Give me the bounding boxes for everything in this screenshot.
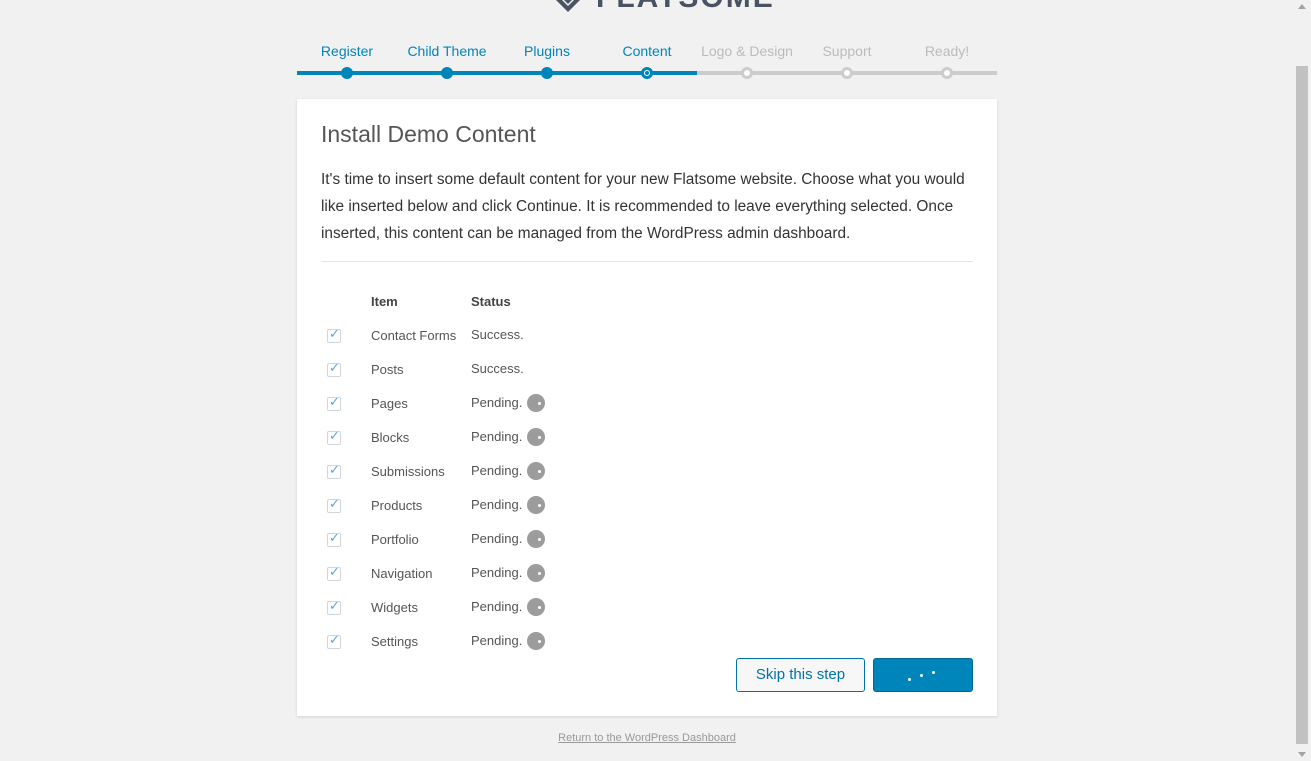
scroll-down-arrow-icon[interactable] [1298, 752, 1306, 757]
table-row: Portfolio Pending. [297, 524, 997, 558]
step-dot [941, 67, 953, 79]
item-status: Pending. [471, 633, 523, 648]
item-name: Navigation [371, 566, 433, 581]
item-status: Pending. [471, 531, 523, 546]
step-label: Register [320, 43, 374, 59]
item-status: Pending. [471, 395, 523, 410]
item-name: Contact Forms [371, 328, 457, 343]
scroll-up-arrow-icon[interactable] [1298, 4, 1306, 9]
return-dashboard-link[interactable]: Return to the WordPress Dashboard [0, 731, 1294, 745]
item-status: Success. [471, 327, 524, 342]
item-name: Pages [371, 396, 408, 411]
item-checkbox[interactable] [327, 633, 341, 649]
step-dot [741, 67, 753, 79]
item-name: Settings [371, 634, 418, 649]
item-name: Portfolio [371, 532, 419, 547]
item-status: Pending. [471, 463, 523, 478]
table-row: Contact Forms Success. [297, 320, 997, 354]
loading-spinner-icon [527, 564, 545, 582]
step-logo-design: Logo & Design [697, 40, 797, 79]
logo-text: FLATSOME [596, 0, 775, 18]
intro-text: It's time to insert some default content… [321, 171, 965, 242]
step-register[interactable]: Register [297, 40, 397, 79]
table-row: Posts Success. [297, 354, 997, 388]
scroll-thumb[interactable] [1296, 66, 1308, 744]
divider [321, 261, 973, 262]
step-content[interactable]: Content [597, 40, 697, 79]
item-status: Pending. [471, 565, 523, 580]
step-dot [541, 67, 553, 79]
item-name: Widgets [371, 600, 418, 615]
item-name: Products [371, 498, 423, 513]
flatsome-logo-icon [556, 0, 580, 12]
item-status: Pending. [471, 497, 523, 512]
table-row: Settings Pending. [297, 626, 997, 660]
loading-spinner-icon [527, 394, 545, 412]
table-row: Blocks Pending. [297, 422, 997, 456]
column-header-status: Status [471, 294, 511, 309]
item-name: Blocks [371, 430, 410, 445]
step-label: Plugins [524, 43, 570, 59]
step-label: Ready! [924, 43, 970, 59]
item-status: Success. [471, 361, 524, 376]
step-label: Logo & Design [701, 43, 793, 59]
item-name: Submissions [371, 464, 445, 479]
loading-spinner-icon [527, 530, 545, 548]
loading-dot-icon [920, 674, 923, 677]
item-checkbox[interactable] [327, 361, 341, 377]
step-label: Support [822, 43, 872, 59]
step-label: Child Theme [407, 43, 487, 59]
continue-button[interactable] [873, 658, 973, 692]
loading-spinner-icon [527, 462, 545, 480]
item-checkbox[interactable] [327, 531, 341, 547]
step-child-theme[interactable]: Child Theme [397, 40, 497, 79]
loading-dot-icon [932, 671, 935, 674]
table-row: Products Pending. [297, 490, 997, 524]
step-label: Content [622, 43, 672, 59]
content-card: Install Demo Content It's time to insert… [297, 99, 997, 716]
item-checkbox[interactable] [327, 395, 341, 411]
loading-spinner-icon [527, 632, 545, 650]
table-row: Widgets Pending. [297, 592, 997, 626]
step-plugins[interactable]: Plugins [497, 40, 597, 79]
loading-spinner-icon [527, 496, 545, 514]
skip-step-button[interactable]: Skip this step [736, 658, 865, 692]
loading-spinner-icon [527, 598, 545, 616]
item-checkbox[interactable] [327, 429, 341, 445]
column-header-item: Item [371, 294, 398, 309]
step-dot [641, 67, 653, 79]
step-support: Support [797, 40, 897, 79]
table-row: Pages Pending. [297, 388, 997, 422]
page-title: Install Demo Content [321, 121, 536, 147]
scrollbar[interactable] [1294, 0, 1311, 761]
item-checkbox[interactable] [327, 327, 341, 343]
loading-spinner-icon [527, 428, 545, 446]
step-dot [441, 67, 453, 79]
steps-progress [297, 71, 697, 75]
flatsome-logo: FLATSOME [548, 0, 775, 18]
item-checkbox[interactable] [327, 463, 341, 479]
table-row: Submissions Pending. [297, 456, 997, 490]
step-dot [841, 67, 853, 79]
step-dot [341, 67, 353, 79]
item-checkbox[interactable] [327, 497, 341, 513]
table-row: Navigation Pending. [297, 558, 997, 592]
step-ready: Ready! [897, 40, 997, 79]
item-name: Posts [371, 362, 404, 377]
loading-dot-icon [908, 678, 911, 681]
item-status: Pending. [471, 429, 523, 444]
return-dashboard-link-text[interactable]: Return to the WordPress Dashboard [558, 732, 736, 744]
item-checkbox[interactable] [327, 599, 341, 615]
setup-steps: Register Child Theme Plugins Content Log… [297, 40, 997, 80]
item-checkbox[interactable] [327, 565, 341, 581]
item-status: Pending. [471, 599, 523, 614]
